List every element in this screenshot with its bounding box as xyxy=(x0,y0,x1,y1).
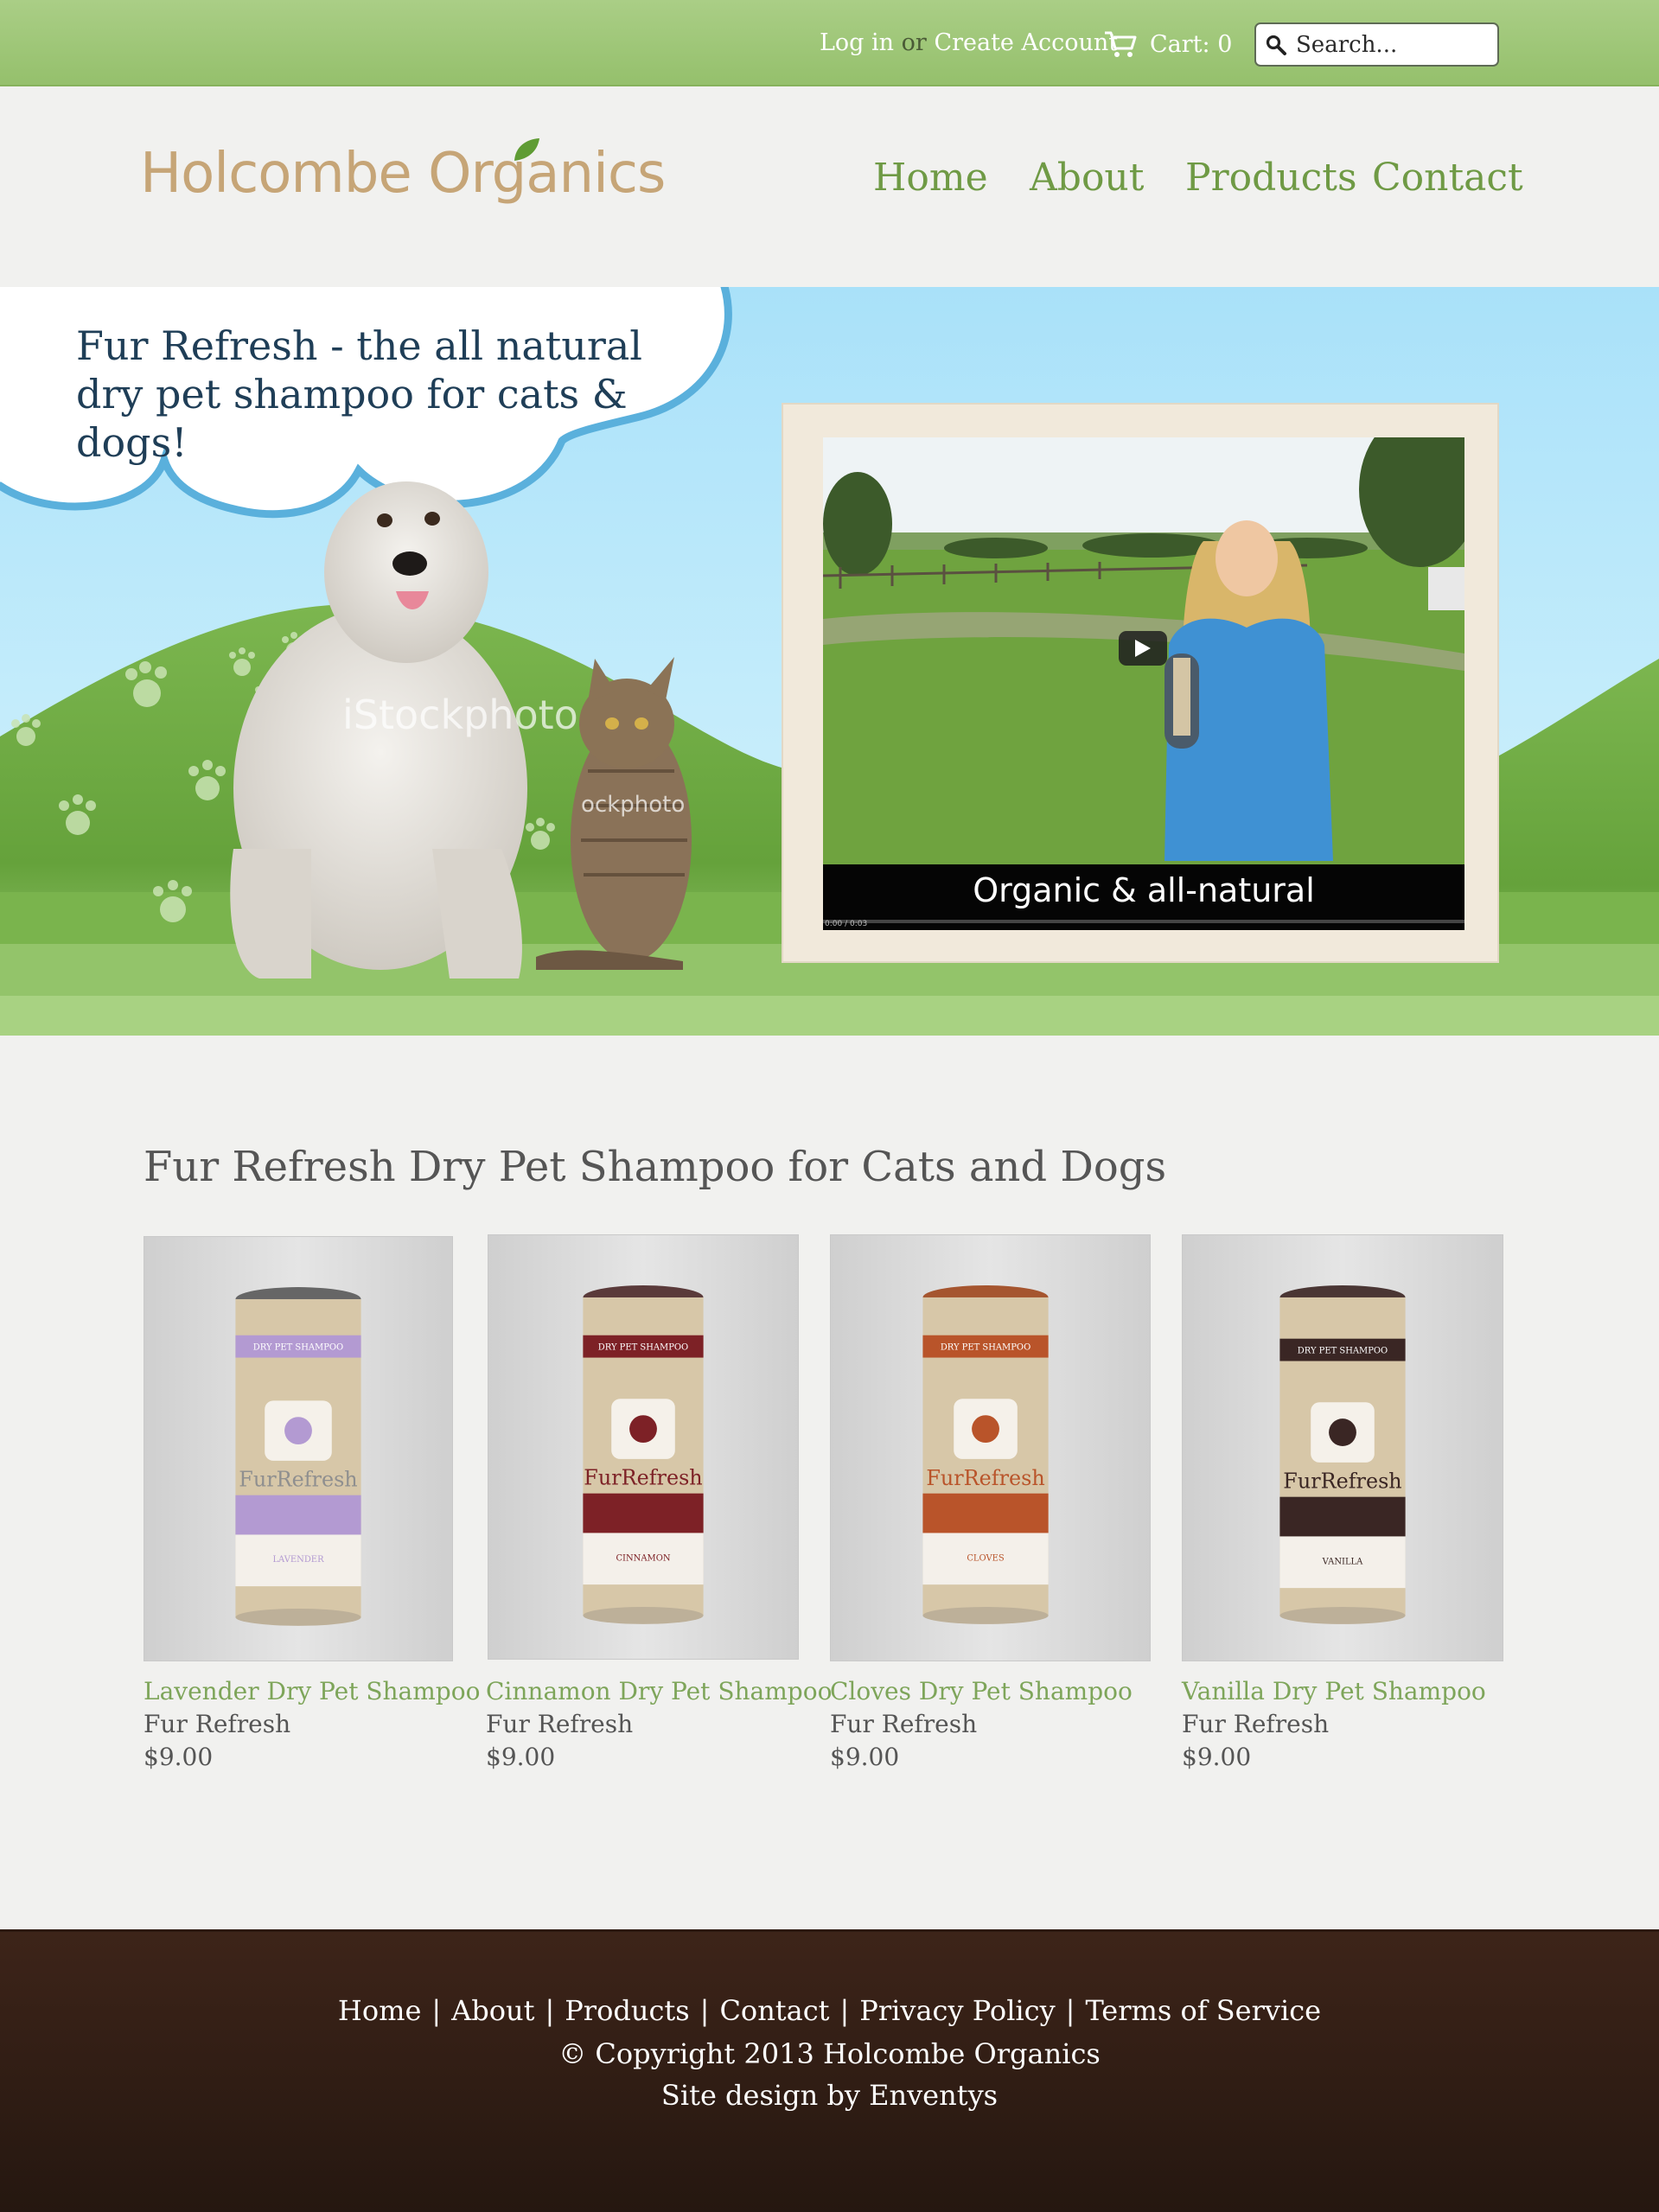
video-player[interactable]: Organic & all-natural 0:00 / 0:03 xyxy=(823,437,1464,930)
canister-brand: FurRefresh xyxy=(584,1466,702,1490)
product-name[interactable]: Lavender Dry Pet Shampoo xyxy=(144,1677,480,1705)
product-vendor: Fur Refresh xyxy=(830,1710,978,1738)
hero-tagline: Fur Refresh - the all natural dry pet sh… xyxy=(76,322,642,466)
product-price: $9.00 xyxy=(144,1743,214,1771)
or-text: or xyxy=(901,29,927,56)
separator: | xyxy=(699,1994,710,2027)
band-text: DRY PET SHAMPOO xyxy=(253,1343,343,1353)
canister-brand: FurRefresh xyxy=(1283,1469,1401,1494)
site-header: Holcombe Organics Home About Products Co… xyxy=(0,88,1659,287)
play-icon xyxy=(1135,640,1151,657)
canister-scent: VANILLA xyxy=(1322,1557,1363,1566)
product-vendor: Fur Refresh xyxy=(144,1710,291,1738)
create-account-link[interactable]: Create Account xyxy=(934,29,1118,56)
product-image[interactable]: DRY PET SHAMPOO FurRefresh CLOVES xyxy=(830,1234,1151,1661)
site-footer: Home | About | Products | Contact | Privacy Poli… xyxy=(0,1929,1659,2212)
section-title: Fur Refresh Dry Pet Shampoo for Cats and… xyxy=(144,1143,1167,1191)
video-progress-bar[interactable] xyxy=(823,920,1464,923)
separator: | xyxy=(431,1994,442,2027)
product-name[interactable]: Cinnamon Dry Pet Shampoo xyxy=(486,1677,832,1705)
product-canister-cinnamon: DRY PET SHAMPOO FurRefresh CINNAMON xyxy=(583,1285,704,1624)
separator: | xyxy=(839,1994,850,2027)
footer-link-home[interactable]: Home xyxy=(338,1994,421,2027)
product-name[interactable]: Vanilla Dry Pet Shampoo xyxy=(1182,1677,1486,1705)
play-button[interactable] xyxy=(1119,631,1167,666)
product-price: $9.00 xyxy=(1182,1743,1252,1771)
band-text: DRY PET SHAMPOO xyxy=(1298,1347,1388,1356)
canister-scent: LAVENDER xyxy=(272,1555,324,1565)
main-nav: Home About Products Contact xyxy=(0,156,1659,207)
video-thumbnail xyxy=(823,437,1464,930)
nav-contact[interactable]: Contact xyxy=(1372,156,1523,200)
design-credit: Site design by Enventys xyxy=(660,2079,999,2112)
cart-icon xyxy=(1105,31,1137,57)
cart-link[interactable]: Cart: 0 xyxy=(1103,29,1232,59)
nav-products[interactable]: Products xyxy=(1185,156,1357,200)
product-price: $9.00 xyxy=(830,1743,900,1771)
footer-link-privacy[interactable]: Privacy Policy xyxy=(859,1994,1055,2027)
video-time: 0:00 / 0:03 xyxy=(825,920,868,928)
video-frame: Organic & all-natural 0:00 / 0:03 xyxy=(782,403,1499,963)
top-bar: Log in or Create Account Cart: 0 xyxy=(0,0,1659,86)
login-link[interactable]: Log in xyxy=(820,29,894,56)
product-image[interactable]: DRY PET SHAMPOO FurRefresh CINNAMON xyxy=(488,1234,799,1660)
canister-brand: FurRefresh xyxy=(239,1468,357,1492)
canister-scent: CINNAMON xyxy=(616,1553,670,1563)
watermark-text: iStockphoto xyxy=(342,692,578,738)
product-image[interactable]: DRY PET SHAMPOO FurRefresh VANILLA xyxy=(1182,1234,1503,1661)
product-canister-vanilla: DRY PET SHAMPOO FurRefresh VANILLA xyxy=(1279,1285,1406,1624)
product-image[interactable]: DRY PET SHAMPOO FurRefresh LAVENDER xyxy=(144,1236,453,1661)
hero-banner: iStockphoto ockphoto Fur Refresh - the a… xyxy=(0,287,1659,1036)
separator: | xyxy=(545,1994,555,2027)
search-icon[interactable] xyxy=(1265,34,1287,56)
band-text: DRY PET SHAMPOO xyxy=(598,1343,688,1353)
product-canister-cloves: DRY PET SHAMPOO FurRefresh CLOVES xyxy=(922,1285,1049,1624)
footer-nav: Home | About | Products | Contact | Privacy Poli… xyxy=(0,1994,1659,2027)
canister-brand: FurRefresh xyxy=(926,1466,1044,1490)
nav-home[interactable]: Home xyxy=(873,156,988,200)
video-caption-bar: Organic & all-natural 0:00 / 0:03 xyxy=(823,864,1464,930)
video-caption: Organic & all-natural xyxy=(973,871,1315,909)
canister-scent: CLOVES xyxy=(967,1553,1005,1563)
search-box xyxy=(1254,22,1499,67)
watermark-text-small: ockphoto xyxy=(581,792,686,818)
account-links: Log in or Create Account xyxy=(820,29,1118,56)
cart-label: Cart: 0 xyxy=(1150,30,1233,58)
separator: | xyxy=(1065,1994,1075,2027)
nav-about[interactable]: About xyxy=(1030,156,1144,200)
footer-link-terms[interactable]: Terms of Service xyxy=(1085,1994,1321,2027)
footer-link-contact[interactable]: Contact xyxy=(719,1994,829,2027)
search-input[interactable] xyxy=(1294,30,1484,59)
footer-link-about[interactable]: About xyxy=(451,1994,534,2027)
footer-link-products[interactable]: Products xyxy=(565,1994,689,2027)
product-vendor: Fur Refresh xyxy=(486,1710,634,1738)
product-price: $9.00 xyxy=(486,1743,556,1771)
copyright-text: © Copyright 2013 Holcombe Organics xyxy=(558,2037,1101,2070)
band-text: DRY PET SHAMPOO xyxy=(941,1343,1030,1353)
product-vendor: Fur Refresh xyxy=(1182,1710,1330,1738)
product-canister-lavender: DRY PET SHAMPOO FurRefresh LAVENDER xyxy=(235,1287,361,1626)
product-name[interactable]: Cloves Dry Pet Shampoo xyxy=(830,1677,1133,1705)
